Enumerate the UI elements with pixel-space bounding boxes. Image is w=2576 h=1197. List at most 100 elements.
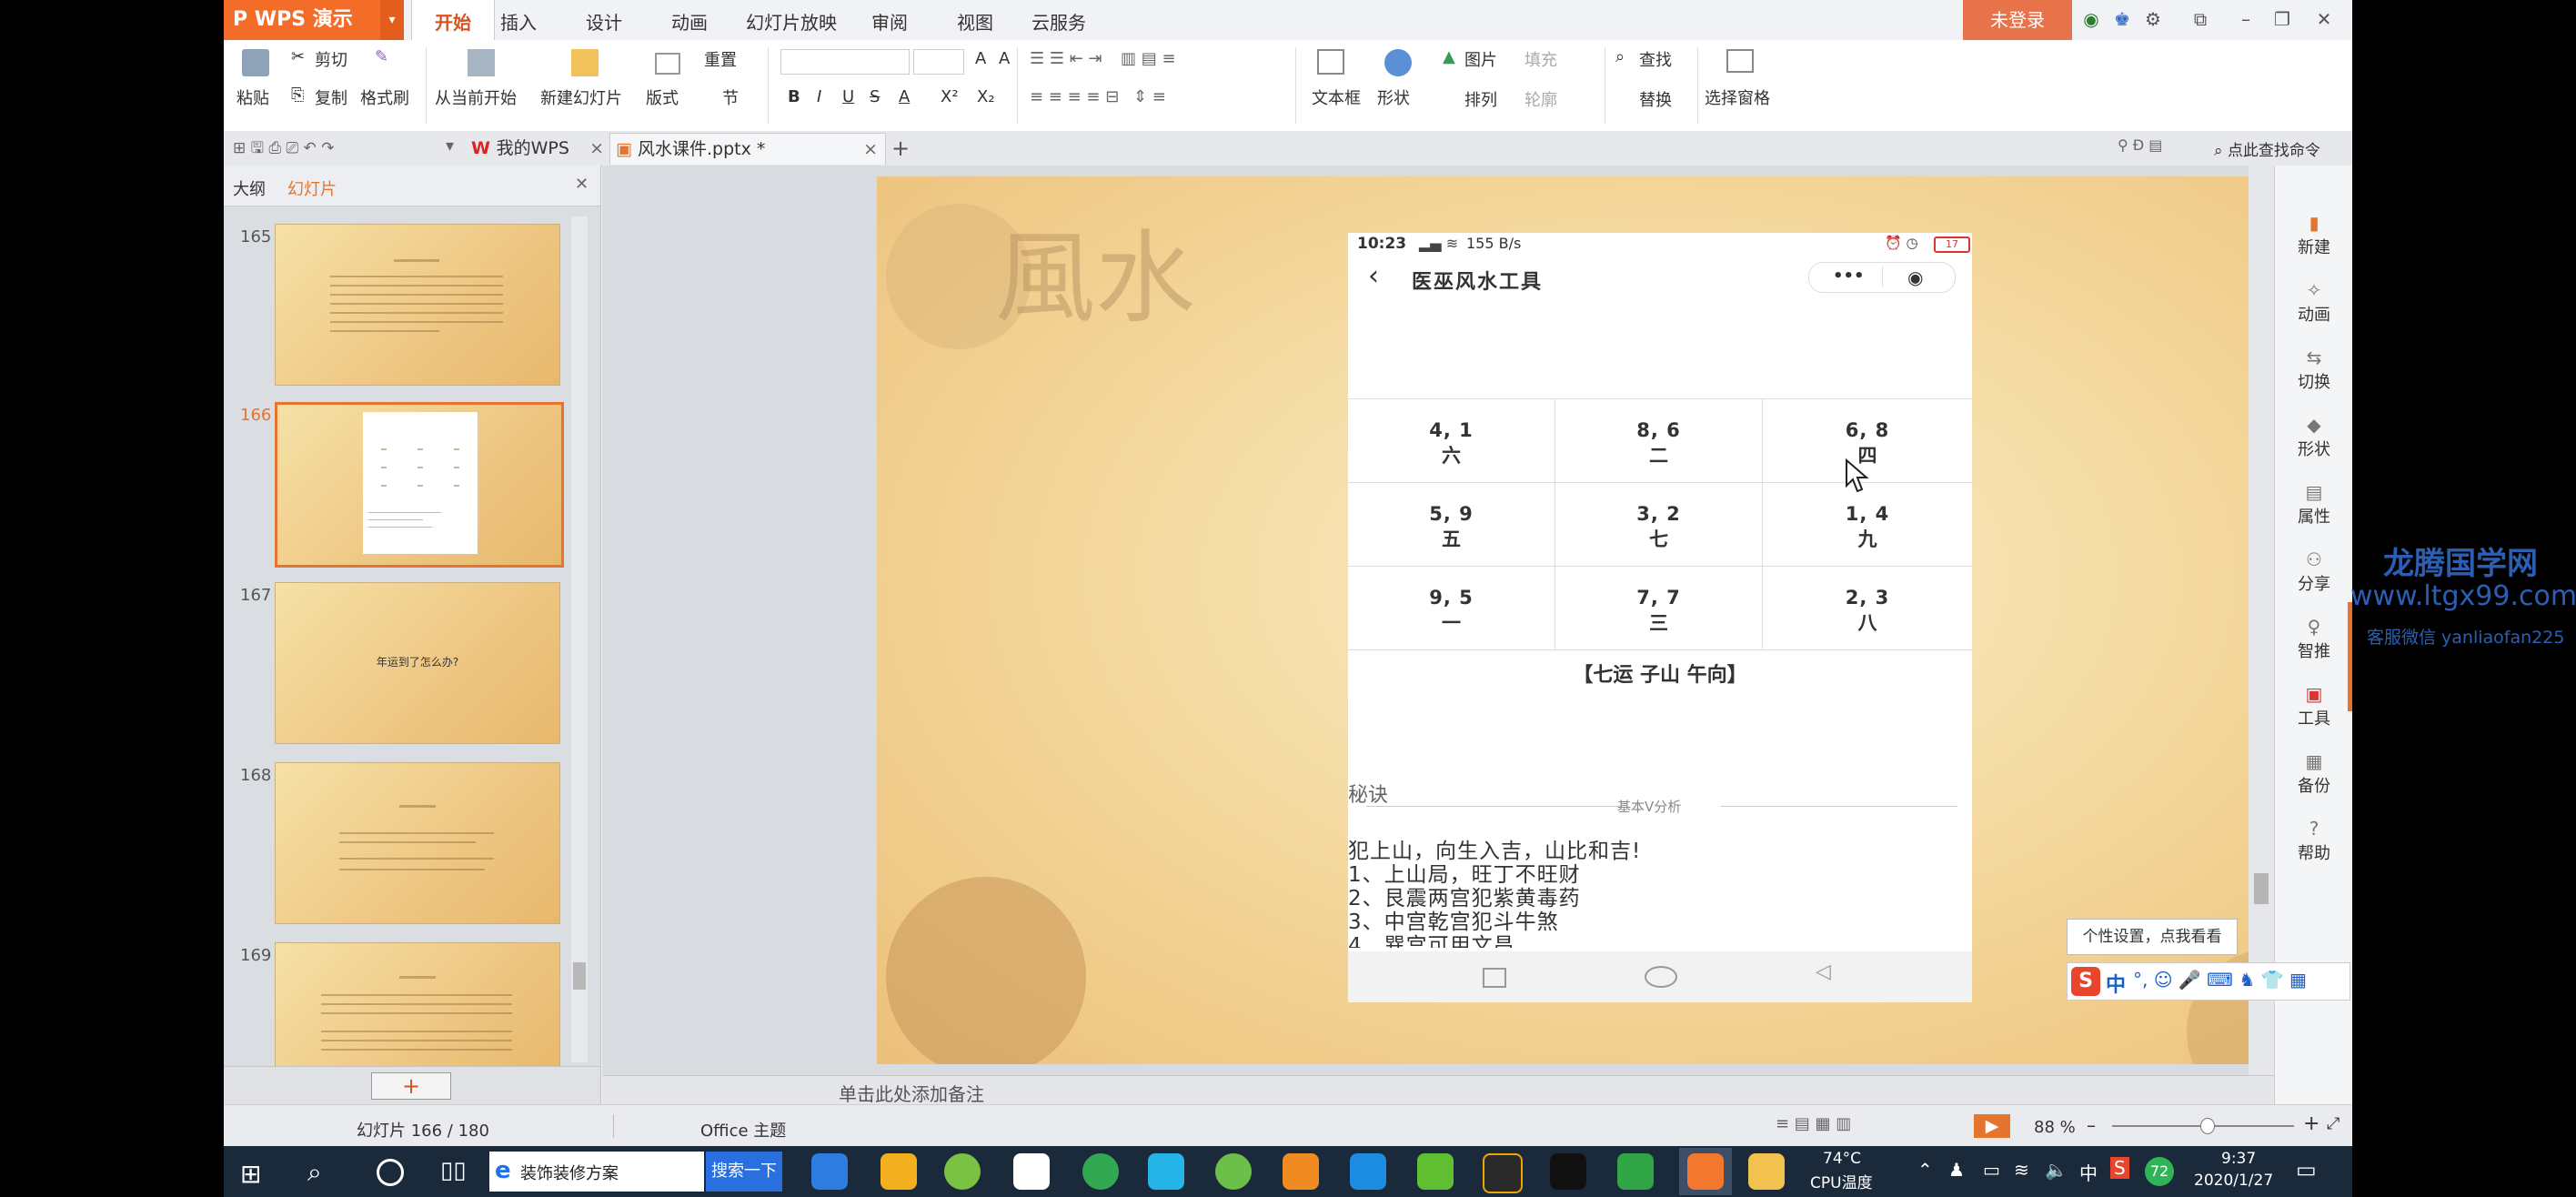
recent-apps-icon[interactable] [1483,968,1506,988]
settings-icon[interactable]: ⚙ [2141,7,2165,31]
reset-button[interactable]: 重置 [704,47,737,71]
ime-toolbar[interactable]: S 中 °, ☺ 🎤 ⌨ ♞ 👕 ▦ [2067,962,2350,1001]
app-icon[interactable] [944,1153,981,1190]
add-slide-button[interactable]: + [371,1072,451,1100]
skin-icon[interactable]: ♚ [2110,7,2134,31]
app-icon[interactable] [1082,1153,1119,1190]
sogou-tray-icon[interactable]: S [2110,1157,2129,1179]
underline-icon[interactable]: U [842,87,854,106]
tab-my-wps[interactable]: W 我的WPS × [471,133,604,164]
zoom-slider-thumb[interactable] [2200,1118,2215,1134]
scrollbar-thumb[interactable] [573,962,586,990]
cut-button[interactable]: 剪切 [315,47,347,71]
columns-icon[interactable]: ▥ ▤ ≡ [1121,49,1176,68]
tab-outline[interactable]: 大纲 [233,176,266,200]
tray-badge[interactable]: 72 [2145,1157,2174,1186]
close-circle-icon[interactable]: ◉ [1907,267,1923,288]
sidebar-item-share[interactable]: ⚇ 分享 [2275,549,2352,595]
iqiyi-icon[interactable] [1417,1153,1454,1190]
bold-icon[interactable]: B [788,87,800,106]
tab-slides[interactable]: 幻灯片 [287,176,337,200]
zoom-out-icon[interactable]: – [2087,1114,2096,1136]
back-nav-icon[interactable]: ◁ [1816,961,1831,983]
tab-slideshow[interactable]: 幻灯片放映 [746,0,837,40]
shrink-font-icon[interactable]: A [999,49,1010,68]
app-icon[interactable] [880,1153,917,1190]
paste-button[interactable]: 粘贴 [236,86,269,109]
subscript-icon[interactable]: X₂ [977,87,995,106]
notification-icon[interactable]: ▭ [2296,1157,2317,1182]
ime-mode[interactable]: 中 [2106,969,2126,998]
sidebar-item-help[interactable]: ? 帮助 [2275,819,2352,864]
restore-icon[interactable]: ❐ [2270,7,2294,31]
tab-animation[interactable]: 动画 [671,0,708,40]
arrange-button[interactable]: 排列 [1464,87,1497,111]
scrollbar-thumb[interactable] [2254,873,2269,904]
app-icon[interactable] [1483,1153,1523,1193]
network-icon[interactable]: ≋ [2014,1159,2029,1181]
select-pane-button[interactable]: 选择窗格 [1705,86,1770,109]
zoom-in-icon[interactable]: + [2303,1112,2319,1135]
tab-insert[interactable]: 插入 [500,0,537,40]
app-icon[interactable] [1617,1153,1654,1190]
copy-button[interactable]: 复制 [315,86,347,109]
close-icon[interactable]: × [589,133,604,164]
chevron-down-icon[interactable]: ▾ [380,0,404,40]
strikethrough-icon[interactable]: S [870,87,880,106]
close-icon[interactable]: × [863,134,878,165]
sidebar-item-tools[interactable]: ▣ 工具 [2275,684,2352,729]
section-button[interactable]: 节 [722,86,739,109]
folder-icon[interactable] [1748,1153,1785,1190]
command-search[interactable]: ⌕ 点此查找命令 [2214,137,2320,160]
app-icon[interactable] [1350,1153,1386,1190]
back-icon[interactable]: ‹ [1368,260,1379,292]
tray-chevron-icon[interactable]: ⌃ [1917,1159,1933,1181]
ime-tooltip[interactable]: 个性设置，点我看看 [2067,919,2238,955]
sidebar-item-animation[interactable]: ✧ 动画 [2275,280,2352,326]
bullets-icon[interactable]: ☰ ☰ ⇤ ⇥ [1030,49,1102,68]
grow-font-icon[interactable]: A [975,49,986,68]
sidebar-item-smart[interactable]: ♀ 智推 [2275,617,2352,662]
tab-design[interactable]: 设计 [586,0,622,40]
tab-current-document[interactable]: ▣ 风水课件.pptx * × [609,133,886,165]
play-icon[interactable]: ▶ [1974,1114,2010,1138]
slide-thumbnail[interactable]: 年运到了怎么办? [275,582,560,744]
zoom-slider[interactable] [2112,1118,2294,1134]
fill-button[interactable]: 填充 [1524,47,1557,71]
capsule-menu[interactable]: ••• ◉ [1808,262,1956,293]
italic-icon[interactable]: I [817,87,821,106]
slide-thumbnail[interactable] [275,942,560,1077]
window-mode-icon[interactable]: ⧉ [2189,7,2212,31]
tray-qq-icon[interactable]: ♟ [1948,1159,1965,1181]
tab-home[interactable]: 开始 [411,0,495,40]
find-button[interactable]: 查找 [1639,47,1672,71]
close-icon[interactable]: ✕ [2312,7,2336,31]
more-icon[interactable]: ••• [1833,267,1865,286]
wps-app-menu[interactable]: P WPS 演示 [224,0,380,40]
notes-pane[interactable]: 单击此处添加备注 [602,1075,2274,1105]
new-tab-button[interactable]: + [891,133,910,164]
sidebar-item-transition[interactable]: ⇆ 切换 [2275,347,2352,393]
view-icons[interactable]: ≡ ▤ ▦ ▥ [1776,1114,1851,1133]
tab-view[interactable]: 视图 [957,0,993,40]
sidebar-item-properties[interactable]: ▤ 属性 [2275,482,2352,528]
taskbar-search-input[interactable]: e 装饰装修方案 [489,1152,704,1192]
sidebar-item-new[interactable]: ▮ 新建 [2275,213,2352,258]
sync-icon[interactable]: ◉ [2079,7,2103,31]
qq-icon[interactable] [1550,1153,1586,1190]
close-pane-icon[interactable]: ✕ [575,175,589,194]
sidebar-expand-handle[interactable] [2348,602,2352,711]
superscript-icon[interactable]: X² [941,87,959,106]
volume-icon[interactable]: 🔈 [2045,1159,2068,1181]
shape-button[interactable]: 形状 [1377,86,1410,109]
task-view-icon[interactable]: ▯▯ [440,1157,467,1184]
sidebar-item-shape[interactable]: ◆ 形状 [2275,415,2352,460]
picture-button[interactable]: 图片 [1464,47,1497,71]
slide-thumbnail[interactable] [275,224,560,386]
new-slide-button[interactable]: 新建幻灯片 [540,86,622,109]
tab-review[interactable]: 审阅 [871,0,908,40]
login-button[interactable]: 未登录 [1963,0,2072,40]
chevron-down-icon[interactable]: ▾ [446,136,454,156]
layout-button[interactable]: 版式 [646,86,679,109]
spacing-icons[interactable]: ⇕ ≡ [1133,87,1166,106]
